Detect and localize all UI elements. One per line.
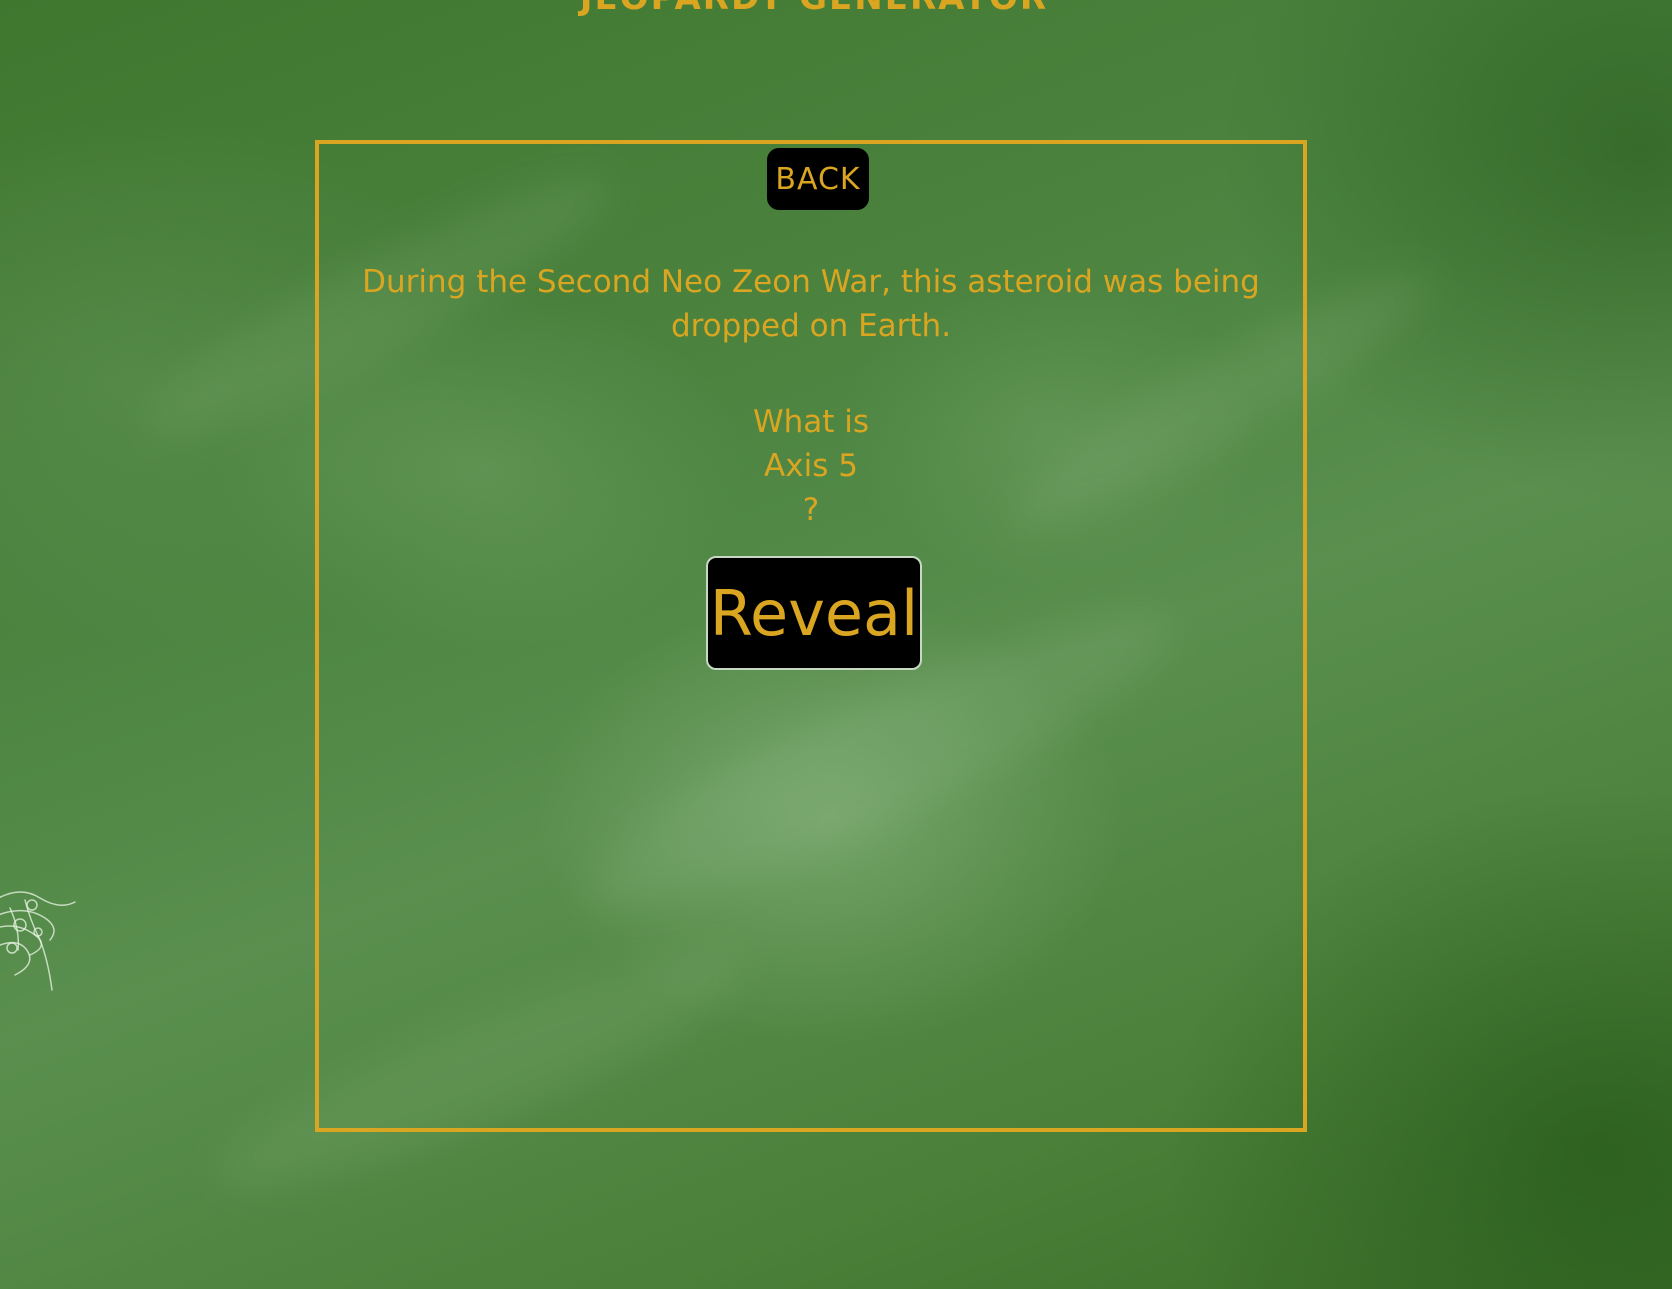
- back-button[interactable]: BACK: [767, 148, 869, 210]
- answer-suffix: ?: [802, 492, 820, 528]
- clue-text: During the Second Neo Zeon War, this ast…: [362, 264, 1260, 344]
- site-title: JEOPARDY GENERATOR: [0, 0, 1628, 18]
- chalk-smudge: [0, 891, 76, 991]
- answer-prefix: What is: [752, 404, 870, 440]
- answer-value: Axis 5: [764, 448, 858, 484]
- answer-block: What is Axis 5 ?: [319, 400, 1303, 532]
- reveal-button[interactable]: Reveal: [706, 556, 922, 670]
- clue-board: BACK During the Second Neo Zeon War, thi…: [315, 140, 1307, 1132]
